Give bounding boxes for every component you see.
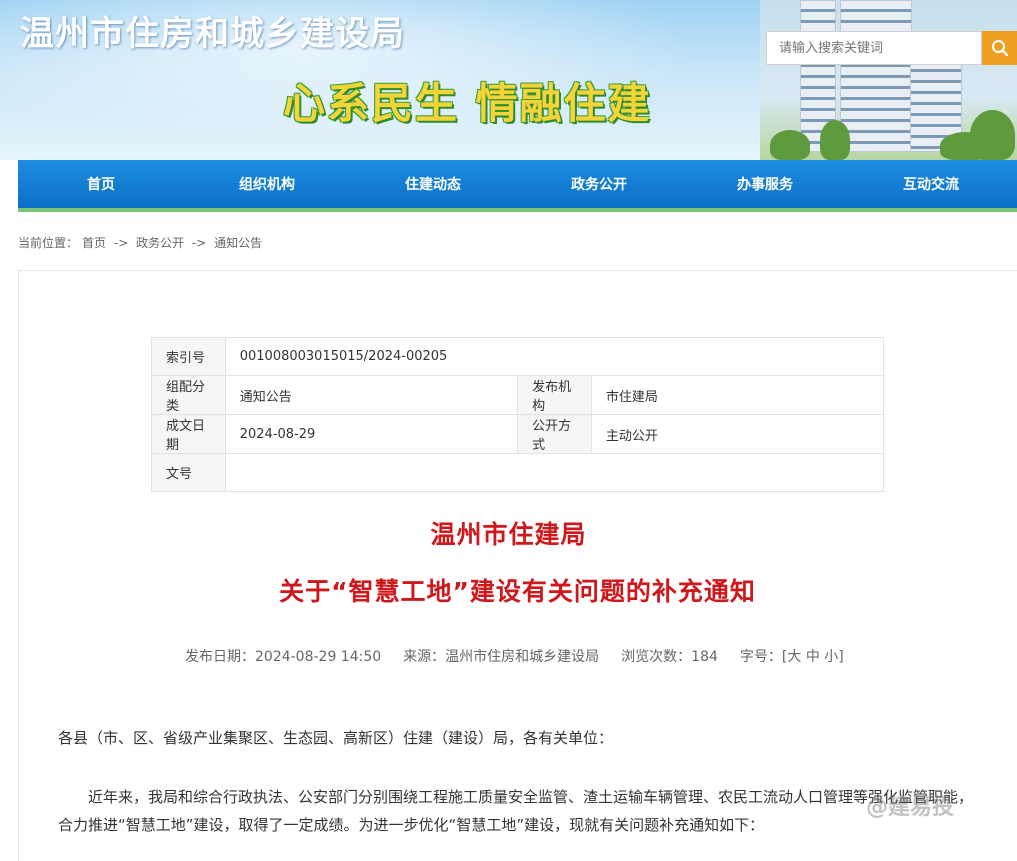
search-button[interactable] [982,31,1017,65]
publish-date-value: 2024-08-29 14:50 [255,649,382,665]
search-input[interactable] [766,31,982,65]
site-title[interactable]: 温州市住房和城乡建设局 [20,6,405,55]
table-row: 文号 [151,453,885,492]
document-number-label: 文号 [151,453,226,492]
breadcrumb-item-notices[interactable]: 通知公告 [214,236,262,250]
breadcrumb-separator: -> [113,236,129,250]
tree [970,110,1015,160]
nav-item-news[interactable]: 住建动态 [350,160,516,208]
issuer-label: 发布机构 [517,375,592,415]
nav-item-home[interactable]: 首页 [18,160,184,208]
font-size-large-button[interactable]: 大 [787,649,801,665]
open-method-label: 公开方式 [517,414,592,454]
views-count: 184 [691,649,718,665]
views-label: 浏览次数： [621,649,692,665]
watermark: @建易投 [866,795,955,820]
banner-building-image [760,0,1017,160]
slogan: 心系民生 情融住建 [283,79,652,128]
nav-item-services[interactable]: 办事服务 [682,160,848,208]
table-row: 索引号 001008003015015/2024-00205 [151,337,885,376]
category-value: 通知公告 [224,375,519,415]
article-title-line1: 温州市住建局 [430,520,587,549]
main-nav: 首页 组织机构 住建动态 政务公开 办事服务 互动交流 [18,160,1017,212]
font-size-bracket: ] [838,649,844,665]
search-icon [991,40,1008,57]
date-label: 成文日期 [151,414,226,454]
article-salutation: 各县（市、区、省级产业集聚区、生态园、高新区）住建（建设）局，各有关单位： [58,729,614,747]
index-value: 001008003015015/2024-00205 [224,337,885,376]
date-value: 2024-08-29 [224,414,519,454]
open-method-value: 主动公开 [590,414,885,454]
breadcrumb-separator: -> [191,236,207,250]
font-size-label: 字号： [739,649,782,665]
category-label: 组配分类 [151,375,226,415]
building-tower [840,0,912,152]
header-banner: 温州市住房和城乡建设局 心系民生 情融住建 [0,0,1017,160]
source-label: 来源： [403,649,446,665]
table-row: 成文日期 2024-08-29 公开方式 主动公开 [151,414,885,454]
nav-item-organization[interactable]: 组织机构 [184,160,350,208]
article-title-line2: 关于“智慧工地”建设有关问题的补充通知 [279,577,756,606]
breadcrumb-item-government-affairs[interactable]: 政务公开 [136,236,184,250]
nav-item-government-affairs[interactable]: 政务公开 [516,160,682,208]
nav-item-interaction[interactable]: 互动交流 [848,160,1014,208]
font-size-medium-button[interactable]: 中 [806,649,820,665]
document-number-value [224,453,885,492]
breadcrumb-item-home[interactable]: 首页 [82,236,106,250]
publish-date-label: 发布日期： [185,649,255,665]
article-meta: 发布日期：2024-08-29 14:50 来源：温州市住房和城乡建设局 浏览次数：… [185,646,844,666]
breadcrumb-prefix: 当前位置： [18,236,79,250]
issuer-value: 市住建局 [590,375,885,415]
table-row: 组配分类 通知公告 发布机构 市住建局 [151,375,885,415]
font-size-small-button[interactable]: 小 [824,649,838,665]
article-paragraph: 近年来，我局和综合行政执法、公安部门分别围绕工程施工质量安全监管、渣土运输车辆管… [58,788,974,834]
document-info-table: 索引号 001008003015015/2024-00205 组配分类 通知公告… [151,337,885,492]
tree [770,130,810,160]
index-label: 索引号 [151,337,226,376]
source-value: 温州市住房和城乡建设局 [445,649,600,665]
breadcrumb: 当前位置： 首页 -> 政务公开 -> 通知公告 [18,234,266,251]
tree [820,120,850,160]
